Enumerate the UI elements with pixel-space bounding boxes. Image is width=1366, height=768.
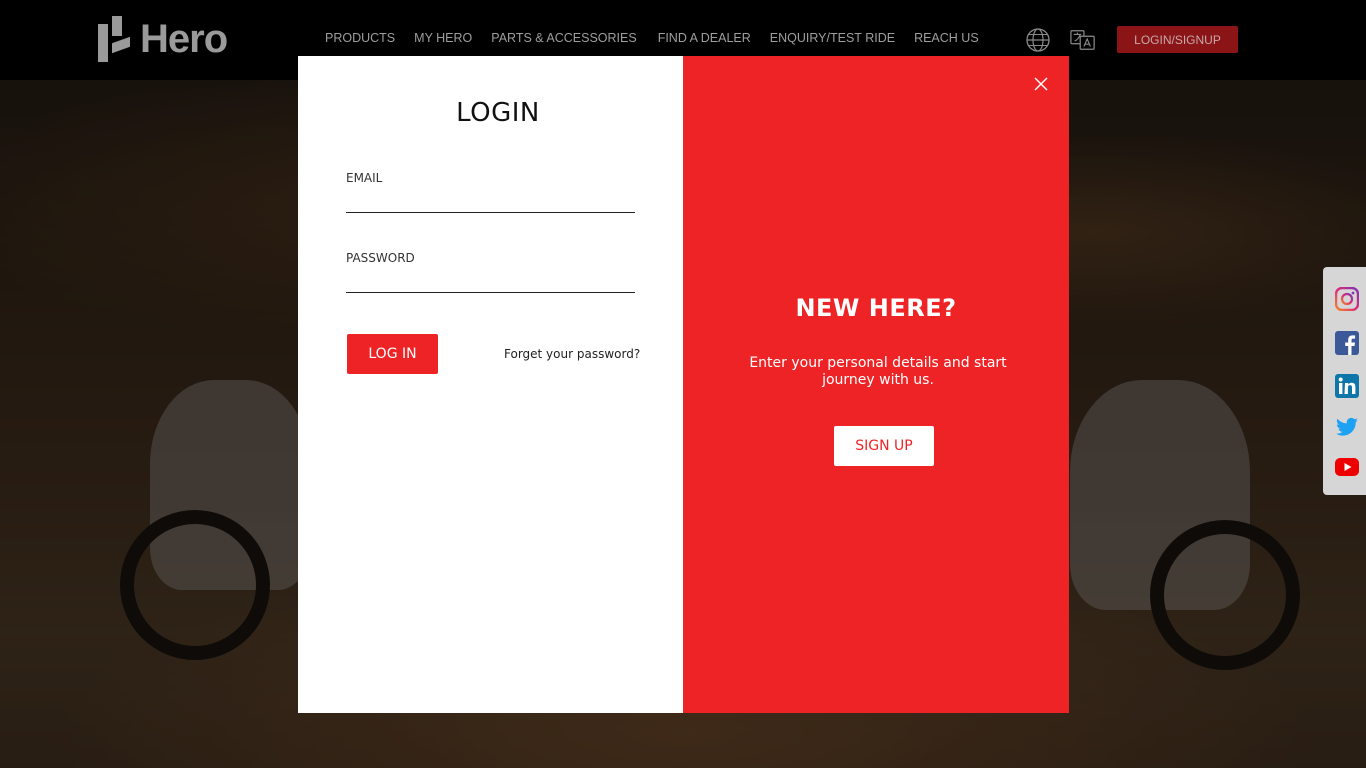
email-field[interactable] <box>346 189 635 213</box>
email-label: EMAIL <box>346 171 383 185</box>
nav-item-reach-us[interactable]: REACH US <box>914 31 979 45</box>
nav-item-my-hero[interactable]: MY HERO <box>414 31 472 45</box>
log-in-button[interactable]: LOG IN <box>347 334 438 374</box>
sign-up-button[interactable]: SIGN UP <box>834 426 934 466</box>
password-label: PASSWORD <box>346 251 415 265</box>
instagram-icon[interactable] <box>1335 287 1359 311</box>
nav-item-find-dealer[interactable]: FIND A DEALER <box>658 31 751 45</box>
login-panel: LOGIN EMAIL PASSWORD LOG IN Forget your … <box>298 56 683 713</box>
hero-logo-text: Hero <box>140 16 228 61</box>
header-login-signup-button[interactable]: LOGIN/SIGNUP <box>1117 26 1238 53</box>
nav-item-enquiry-test-ride[interactable]: ENQUIRY/TEST RIDE <box>770 31 895 45</box>
twitter-icon[interactable] <box>1335 415 1359 439</box>
nav-item-parts-accessories[interactable]: PARTS & ACCESSORIES <box>491 31 636 45</box>
linkedin-icon[interactable] <box>1335 374 1359 398</box>
login-modal: LOGIN EMAIL PASSWORD LOG IN Forget your … <box>298 56 1069 713</box>
signup-panel: NEW HERE? Enter your personal details an… <box>683 56 1069 713</box>
nav-item-products[interactable]: PRODUCTS <box>325 31 395 45</box>
main-nav: PRODUCTS MY HERO PARTS & ACCESSORIES FIN… <box>325 31 998 45</box>
forgot-password-link[interactable]: Forget your password? <box>504 347 640 361</box>
facebook-icon[interactable] <box>1335 331 1359 355</box>
hero-logo[interactable]: Hero <box>98 16 228 62</box>
close-icon[interactable] <box>1033 76 1049 92</box>
youtube-icon[interactable] <box>1335 455 1359 479</box>
hero-logo-mark-icon <box>98 16 130 62</box>
password-field[interactable] <box>346 269 635 293</box>
new-here-title: NEW HERE? <box>795 294 957 322</box>
globe-icon[interactable] <box>1025 27 1051 53</box>
translate-icon[interactable] <box>1070 27 1096 53</box>
social-rail <box>1323 267 1366 495</box>
login-title: LOGIN <box>456 98 540 128</box>
signup-description: Enter your personal details and start jo… <box>749 355 1007 388</box>
